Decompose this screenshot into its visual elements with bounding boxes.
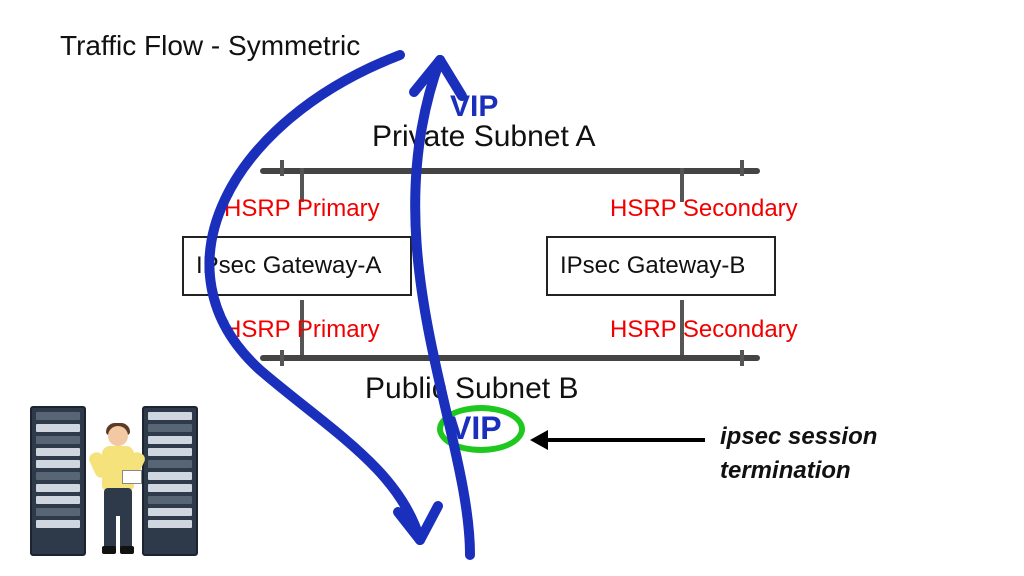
server-racks-illustration [30,400,200,560]
diagram-title: Traffic Flow - Symmetric [60,30,360,62]
public-subnet-label: Public Subnet B [365,372,578,406]
private-subnet-label: Private Subnet A [372,120,595,154]
bus-tick [280,350,284,366]
annotation-arrow [545,438,705,442]
annotation-line1: ipsec session [720,423,877,450]
subnet-a-bus [260,168,760,174]
bus-tick [280,160,284,176]
ipsec-gateway-b-label: IPsec Gateway-B [560,252,745,279]
bus-tick [740,160,744,176]
annotation-arrow-head [530,430,548,450]
hsrp-label-a-lower: HSRP Primary [224,316,380,344]
subnet-b-bus [260,355,760,361]
ipsec-gateway-a-box: IPsec Gateway-A [182,236,412,296]
vip-label-top: VIP [450,90,498,124]
vip-label-bottom: VIP [450,410,502,447]
hsrp-label-b-lower: HSRP Secondary [610,316,798,344]
server-rack-icon [30,406,86,556]
hsrp-label-a-upper: HSRP Primary [224,195,380,223]
ipsec-gateway-a-label: IPsec Gateway-A [196,252,381,279]
annotation-text: ipsec session termination [720,420,877,487]
server-rack-icon [142,406,198,556]
person-icon [94,426,142,558]
annotation-line2: termination [720,457,851,484]
ipsec-gateway-b-box: IPsec Gateway-B [546,236,776,296]
hsrp-label-b-upper: HSRP Secondary [610,195,798,223]
bus-tick [740,350,744,366]
